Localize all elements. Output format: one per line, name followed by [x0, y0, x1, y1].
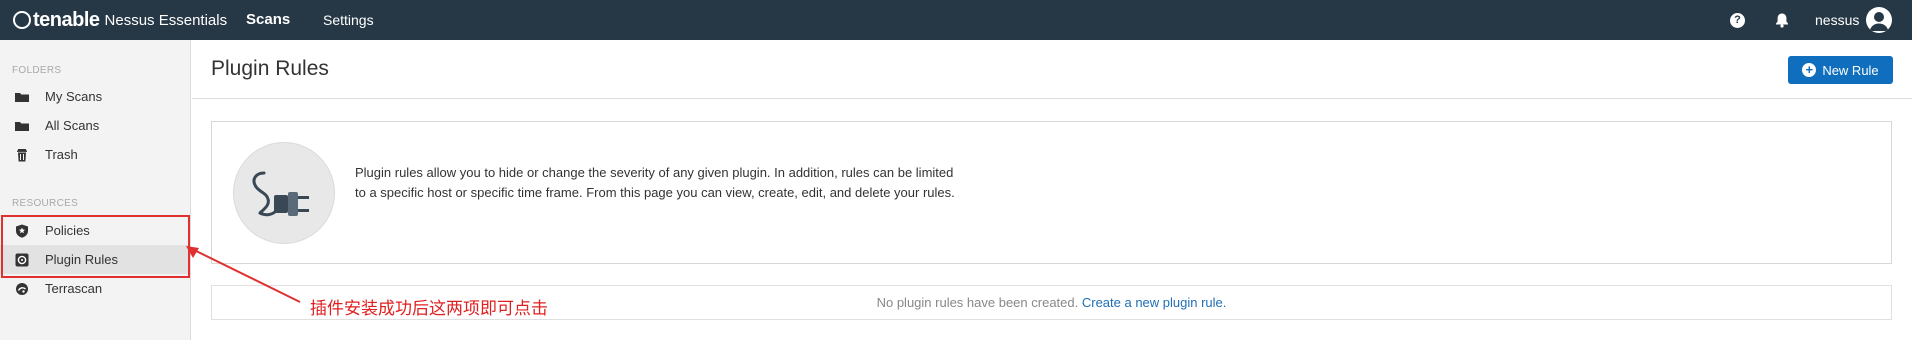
tenable-logo[interactable]: tenable Nessus Essentials — [13, 9, 227, 31]
terrascan-icon — [16, 282, 28, 295]
sidebar-item-all-scans[interactable]: All Scans — [0, 111, 190, 140]
sidebar-item-label: All Scans — [45, 118, 100, 133]
sidebar-item-label: Trash — [45, 147, 78, 162]
empty-message: No plugin rules have been created. — [876, 295, 1079, 310]
top-nav-bar: tenable Nessus Essentials Scans Settings… — [0, 0, 1912, 40]
sidebar-item-my-scans[interactable]: My Scans — [0, 82, 190, 111]
annotation-arrow-icon — [186, 246, 301, 303]
annotation-note: 插件安装成功后这两项即可点击 — [310, 299, 548, 318]
plug-icon — [233, 142, 335, 244]
sidebar-item-label: My Scans — [45, 89, 103, 104]
resources-heading: RESOURCES — [12, 198, 79, 209]
user-avatar-icon[interactable] — [1866, 7, 1892, 33]
create-plugin-rule-link[interactable]: Create a new plugin rule. — [1082, 295, 1227, 310]
page-title: Plugin Rules — [211, 57, 329, 80]
folders-heading: FOLDERS — [12, 65, 62, 76]
nav-settings[interactable]: Settings — [323, 12, 374, 28]
new-rule-label: New Rule — [1822, 62, 1879, 78]
help-icon[interactable]: ? — [1730, 13, 1745, 28]
bell-icon[interactable] — [1774, 12, 1790, 28]
logo-brand: tenable — [33, 8, 100, 31]
plugin-rules-info-panel: Plugin rules allow you to hide or change… — [211, 121, 1892, 264]
sidebar-item-trash[interactable]: Trash — [0, 140, 190, 169]
annotation-highlight-box — [1, 215, 190, 278]
sidebar-item-label: Terrascan — [45, 281, 103, 296]
new-rule-button[interactable]: + New Rule — [1788, 56, 1893, 84]
page-header: Plugin Rules — [192, 40, 1912, 99]
trash-icon — [17, 148, 27, 161]
logo-product: Nessus Essentials — [104, 11, 228, 29]
folder-icon — [15, 121, 29, 131]
username[interactable]: nessus — [1815, 12, 1859, 28]
sidebar-item-terrascan[interactable]: Terrascan — [0, 274, 190, 303]
sidebar: FOLDERS My Scans All Scans Trash RESOURC… — [0, 40, 191, 340]
nav-scans[interactable]: Scans — [246, 11, 290, 28]
plus-circle-icon: + — [1802, 63, 1817, 77]
logo-ring-icon — [13, 11, 31, 29]
info-description: Plugin rules allow you to hide or change… — [355, 165, 955, 200]
folder-icon — [15, 92, 29, 102]
